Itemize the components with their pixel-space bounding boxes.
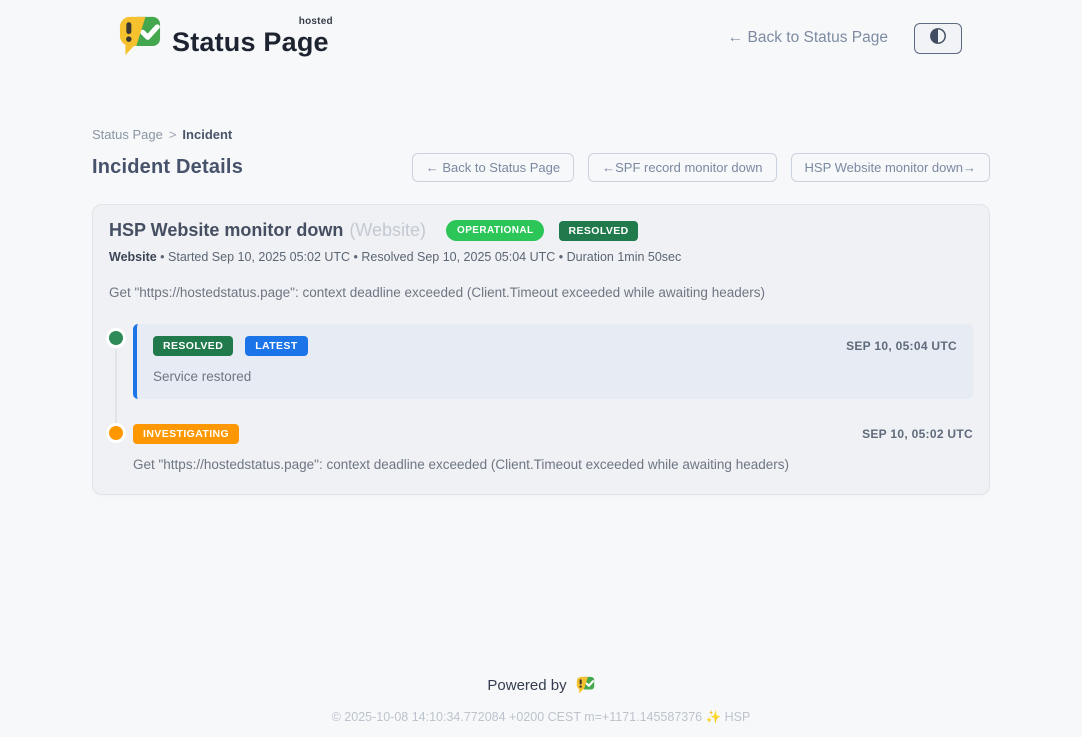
theme-toggle-button[interactable] <box>914 23 962 54</box>
status-page-logo-icon <box>118 15 162 61</box>
latest-update-box: RESOLVED LATEST SEP 10, 05:04 UTC Servic… <box>133 324 973 399</box>
timeline-update-investigating: INVESTIGATING SEP 10, 05:02 UTC Get "htt… <box>109 424 973 472</box>
breadcrumb-status-page[interactable]: Status Page <box>92 127 163 142</box>
update-timestamp: SEP 10, 05:04 UTC <box>846 339 957 353</box>
update-timestamp: SEP 10, 05:02 UTC <box>862 427 973 441</box>
resolved-timeline-dot <box>109 331 123 345</box>
copyright-text: © 2025-10-08 14:10:34.772084 +0200 CEST … <box>0 710 1082 725</box>
incident-title: HSP Website monitor down <box>109 220 343 241</box>
resolved-status-badge: RESOLVED <box>559 221 637 241</box>
main-content: Status Page > Incident Incident Details ← … <box>92 62 990 495</box>
update-resolved-badge: RESOLVED <box>153 336 233 356</box>
update-latest-badge: LATEST <box>245 336 307 356</box>
investigating-timeline-dot <box>109 426 123 440</box>
incident-component: (Website) <box>349 220 426 241</box>
powered-by-label: Powered by <box>487 677 566 694</box>
incident-card: HSP Website monitor down (Website) OPERA… <box>92 204 990 495</box>
powered-by[interactable]: Powered by <box>487 676 594 694</box>
header-back-to-status-page-link[interactable]: ← Back to Status Page <box>728 29 888 47</box>
status-page-mini-logo-icon <box>576 676 595 694</box>
incident-meta: Website • Started Sep 10, 2025 05:02 UTC… <box>109 250 973 264</box>
status-page-logo[interactable]: Status Page hosted <box>118 15 329 61</box>
incident-meta-component: Website <box>109 250 157 264</box>
next-incident-button[interactable]: HSP Website monitor down→ <box>791 153 990 182</box>
page-title: Incident Details <box>92 156 243 179</box>
incident-meta-times: • Started Sep 10, 2025 05:02 UTC • Resol… <box>157 250 682 264</box>
breadcrumb-incident: Incident <box>182 127 232 142</box>
operational-status-badge: OPERATIONAL <box>446 220 544 241</box>
logo-text: Status Page hosted <box>172 19 329 58</box>
contrast-half-circle-icon <box>929 27 947 50</box>
prev-incident-button[interactable]: ←SPF record monitor down <box>588 153 776 182</box>
incident-description: Get "https://hostedstatus.page": context… <box>109 285 973 300</box>
update-message: Service restored <box>153 369 957 384</box>
update-message: Get "https://hostedstatus.page": context… <box>133 457 973 472</box>
incident-timeline: RESOLVED LATEST SEP 10, 05:04 UTC Servic… <box>109 324 973 472</box>
header: Status Page hosted ← Back to Status Page <box>0 0 1082 62</box>
investigating-update: INVESTIGATING SEP 10, 05:02 UTC Get "htt… <box>133 424 973 472</box>
breadcrumb-separator: > <box>169 127 177 142</box>
footer: Powered by © 2025-10-08 14:10:34.772084 … <box>0 676 1082 725</box>
timeline-update-resolved: RESOLVED LATEST SEP 10, 05:04 UTC Servic… <box>109 324 973 399</box>
incident-nav-buttons: ← Back to Status Page ←SPF record monito… <box>412 153 990 182</box>
breadcrumb: Status Page > Incident <box>92 127 990 142</box>
update-investigating-badge: INVESTIGATING <box>133 424 239 444</box>
back-to-status-page-button[interactable]: ← Back to Status Page <box>412 153 574 182</box>
logo-hosted-label: hosted <box>299 16 333 27</box>
